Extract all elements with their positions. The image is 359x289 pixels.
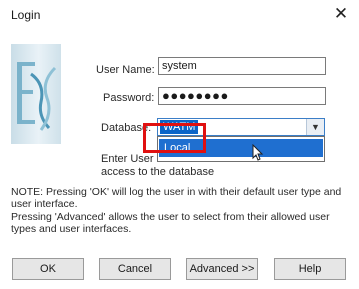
help-button[interactable]: Help: [274, 258, 346, 280]
note-line-2: user interface.: [11, 198, 78, 210]
advanced-button[interactable]: Advanced >>: [186, 258, 258, 280]
hint-text: Enter User N: [101, 153, 165, 165]
dialog-title: Login: [11, 8, 41, 22]
ok-button[interactable]: OK: [12, 258, 84, 280]
hint-text-line2: access to the database: [101, 166, 215, 178]
note-line-3: Pressing 'Advanced' allows the user to s…: [11, 211, 330, 223]
title-bar: Login ✕: [0, 0, 359, 30]
username-field[interactable]: system: [158, 57, 326, 75]
close-icon[interactable]: ✕: [331, 4, 351, 24]
note-line-1: NOTE: Pressing 'OK' will log the user in…: [11, 186, 342, 198]
login-dialog: Login ✕ User Name: system Password: ●●●●…: [0, 0, 359, 289]
chevron-down-icon[interactable]: ▼: [306, 119, 324, 135]
app-logo: [11, 44, 61, 144]
mouse-pointer-icon: [252, 144, 264, 161]
cancel-button[interactable]: Cancel: [99, 258, 171, 280]
annotation-highlight-box: [143, 123, 206, 153]
note-line-4: types and user interfaces.: [11, 223, 132, 235]
password-label: Password:: [103, 92, 155, 104]
logo-mark-icon: [17, 62, 57, 131]
username-label: User Name:: [96, 64, 155, 76]
password-field[interactable]: ●●●●●●●●: [158, 87, 326, 105]
